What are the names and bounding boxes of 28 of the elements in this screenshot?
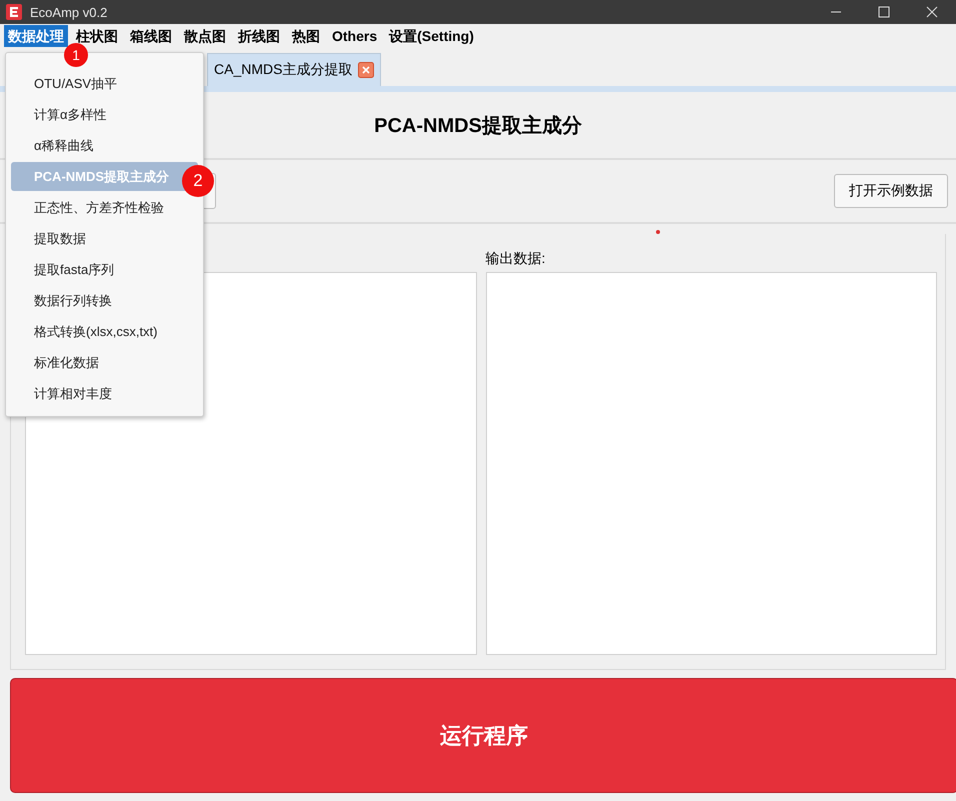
menu-item[interactable]: 格式转换(xlsx,csx,txt) (11, 317, 198, 346)
page-title: PCA-NMDS提取主成分 (374, 114, 582, 138)
maximize-icon (878, 6, 890, 18)
menu-item[interactable]: 散点图 (180, 25, 230, 47)
output-label: 输出数据: (486, 249, 546, 268)
menu-item[interactable]: 折线图 (234, 25, 284, 47)
close-icon[interactable] (358, 62, 374, 78)
menu-item[interactable]: 箱线图 (126, 25, 176, 47)
menu-item[interactable]: 提取fasta序列 (11, 255, 198, 284)
run-button[interactable]: 运行程序 (10, 678, 956, 793)
menu-item[interactable]: 热图 (288, 25, 324, 47)
close-icon (926, 6, 938, 18)
menu-item[interactable]: Others (328, 25, 382, 47)
menu-item[interactable]: 数据处理 (4, 25, 68, 47)
window-title: EcoAmp v0.2 (30, 4, 108, 20)
app-logo-icon (6, 4, 22, 20)
menu-item[interactable]: α稀释曲线 (11, 131, 198, 160)
tab[interactable]: CA_NMDS主成分提取 (207, 53, 382, 86)
menu-item[interactable]: 计算相对丰度 (11, 379, 198, 408)
menu-item[interactable]: OTU/ASV抽平 (11, 69, 198, 98)
menu-item[interactable]: 计算α多样性 (11, 100, 198, 129)
menu-item[interactable]: 数据行列转换 (11, 286, 198, 315)
menu-item[interactable]: 设置(Setting) (385, 25, 478, 47)
dot-icon (656, 230, 660, 234)
open-example-button[interactable]: 打开示例数据 (834, 174, 948, 208)
menu-item[interactable]: 标准化数据 (11, 348, 198, 377)
output-text-area[interactable] (486, 272, 937, 655)
menu-item[interactable]: 提取数据 (11, 224, 198, 253)
